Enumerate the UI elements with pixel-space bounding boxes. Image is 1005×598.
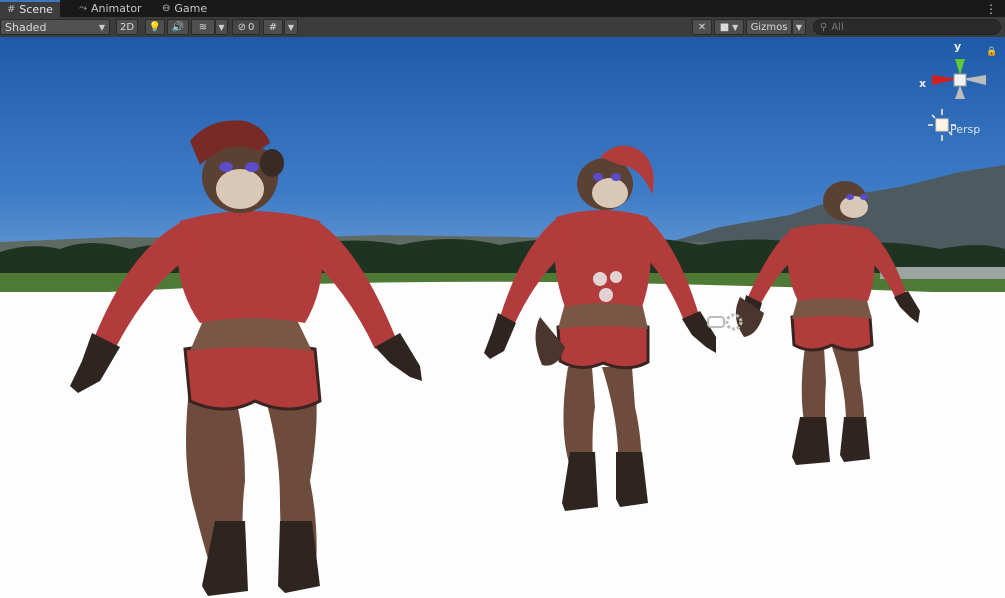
scene-toolbar: Shaded ▼ 2D 💡 🔊 ≋ ▼ ⊘ 0 # ▼ ✕ ■ ▼ Gizmos… xyxy=(0,17,1005,38)
camera-settings-button[interactable]: ■ ▼ xyxy=(714,19,744,35)
tab-bar: # Scene ⤳ Animator ⊖ Game ⋮ xyxy=(0,0,1005,17)
speaker-icon: 🔊 xyxy=(171,21,185,33)
chevron-down-icon: ▼ xyxy=(795,22,803,32)
audio-toggle-button[interactable]: 🔊 xyxy=(167,19,189,35)
effects-dropdown-button[interactable]: ▼ xyxy=(215,19,228,35)
eye-slash-icon: ⊘ xyxy=(237,21,246,33)
animator-icon: ⤳ xyxy=(79,3,87,14)
lock-icon[interactable]: 🔒 xyxy=(986,47,997,57)
2d-toggle-label: 2D xyxy=(119,21,135,33)
gizmos-dropdown-button[interactable]: ▼ xyxy=(792,19,806,35)
grid-icon: # xyxy=(7,4,16,15)
camera-icon: ■ xyxy=(719,21,730,33)
2d-toggle-button[interactable]: 2D xyxy=(116,19,138,35)
gizmos-label: Gizmos xyxy=(750,21,788,33)
persp-label[interactable]: Persp xyxy=(950,123,980,136)
shading-mode-value: Shaded xyxy=(5,20,47,34)
search-icon: ⚲ xyxy=(820,21,828,33)
chevron-down-icon: ▼ xyxy=(287,22,295,32)
more-options-icon[interactable]: ⋮ xyxy=(985,0,997,17)
grid-snap-icon: # xyxy=(268,21,278,33)
tab-scene-label: Scene xyxy=(19,3,53,16)
tab-game[interactable]: ⊖ Game xyxy=(155,0,214,17)
chevron-down-icon: ▼ xyxy=(218,22,225,32)
tools-button[interactable]: ✕ xyxy=(692,19,712,35)
light-probe-icon[interactable] xyxy=(588,267,628,307)
effects-layers-icon: ≋ xyxy=(198,21,208,33)
raccoon-character-right[interactable] xyxy=(730,147,930,477)
chevron-down-icon: ▼ xyxy=(98,22,105,32)
grid-dropdown-button[interactable]: ▼ xyxy=(284,19,298,35)
tools-icon: ✕ xyxy=(697,21,707,33)
effects-toggle-button[interactable]: ≋ xyxy=(191,19,215,35)
scene-visibility-button[interactable]: ⊘ 0 xyxy=(232,19,260,35)
camera-gizmo-icon[interactable] xyxy=(706,309,746,333)
lightbulb-icon: 💡 xyxy=(148,21,162,33)
chevron-down-icon: ▼ xyxy=(732,22,739,32)
gizmos-button[interactable]: Gizmos xyxy=(746,19,792,35)
scene-viewport[interactable]: y x Persp 🔒 xyxy=(0,37,1005,598)
search-placeholder: All xyxy=(831,21,844,33)
tab-game-label: Game xyxy=(174,2,208,15)
tab-animator[interactable]: ⤳ Animator xyxy=(72,0,149,17)
hidden-count: 0 xyxy=(248,21,255,33)
tab-scene[interactable]: # Scene xyxy=(0,0,60,17)
lighting-toggle-button[interactable]: 💡 xyxy=(145,19,165,35)
shading-mode-dropdown[interactable]: Shaded ▼ xyxy=(0,19,110,35)
gamepad-icon: ⊖ xyxy=(162,3,171,14)
gizmo-y-label: y xyxy=(954,40,962,53)
search-input[interactable]: ⚲ All xyxy=(813,19,1001,35)
raccoon-character-left[interactable] xyxy=(30,81,430,598)
raccoon-character-middle[interactable] xyxy=(470,107,730,517)
tab-animator-label: Animator xyxy=(91,2,142,15)
grid-toggle-button[interactable]: # xyxy=(263,19,283,35)
gizmo-x-label: x xyxy=(919,77,927,90)
